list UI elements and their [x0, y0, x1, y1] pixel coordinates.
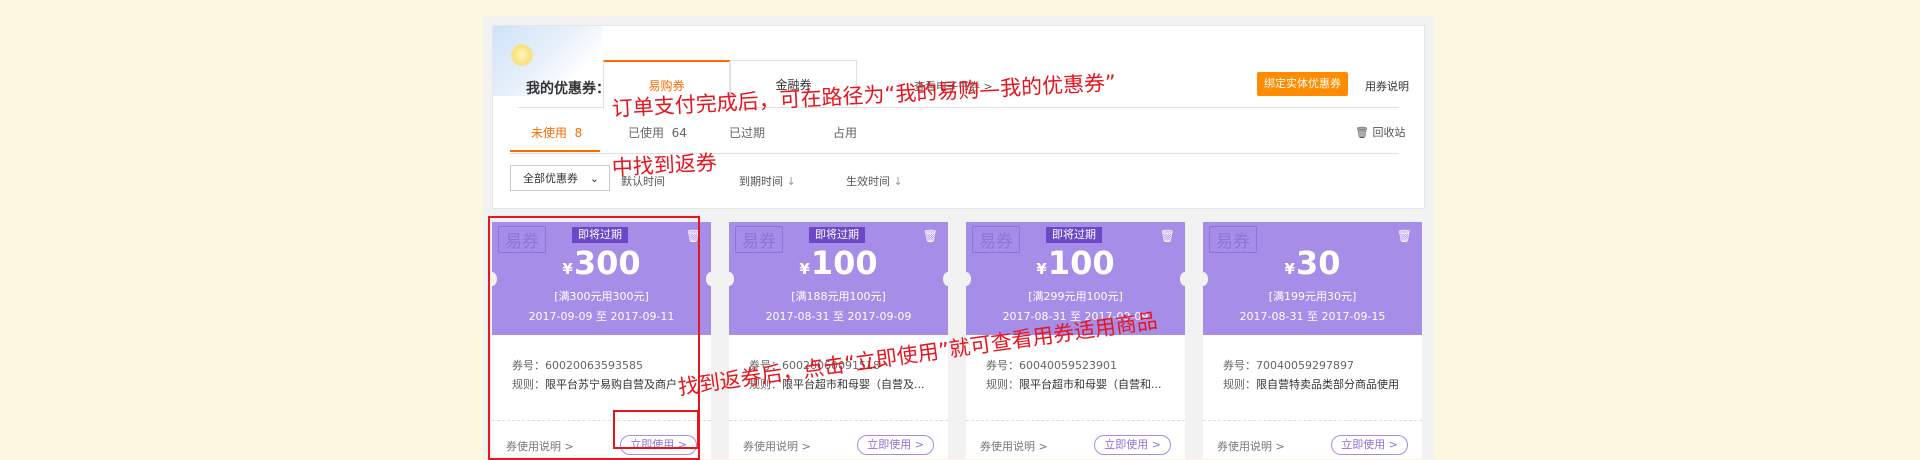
chevron-down-icon: ⌄ — [589, 172, 599, 185]
coupon-face: 易券 即将过期 🗑 ¥100 [满188元用100元] 2017-08-31 至… — [724, 222, 953, 335]
status-tab-expired[interactable]: 已过期 — [729, 124, 765, 141]
status-count: 64 — [671, 126, 687, 140]
sort-expire-time[interactable]: 到期时间 ↓ — [739, 173, 796, 189]
status-tab-occupied[interactable]: 占用 — [833, 124, 857, 141]
highlight-use-button — [613, 410, 699, 449]
delete-coupon-icon[interactable]: 🗑 — [1160, 229, 1175, 243]
coupon-desc-link[interactable]: 券使用说明 > — [980, 438, 1048, 454]
coupon-code: 券号：70040059297897 — [1223, 359, 1354, 372]
coupon-rule: 规则：限自营特卖品类部分商品使用 — [1223, 376, 1413, 392]
coupon-condition: [满188元用100元] — [791, 290, 886, 303]
left-notch — [724, 272, 734, 286]
rule-label: 规则： — [1223, 378, 1256, 391]
delete-coupon-icon[interactable]: 🗑 — [1397, 229, 1412, 243]
coupon-desc-link[interactable]: 券使用说明 > — [743, 438, 811, 454]
coupon-face: 易券 🗑 ¥30 [满199元用30元] 2017-08-31 至 2017-0… — [1198, 222, 1422, 335]
amount-value: 30 — [1295, 244, 1341, 282]
coupon-card: 易券 🗑 ¥30 [满199元用30元] 2017-08-31 至 2017-0… — [1198, 222, 1422, 459]
annotation-find-coupon: 中找到返券 — [611, 150, 718, 180]
status-tab-used[interactable]: 已使用 64 — [628, 124, 687, 141]
active-tab-underline — [510, 150, 600, 152]
sort-label: 生效时间 — [846, 175, 890, 188]
page-title: 我的优惠券： — [526, 81, 610, 97]
sun-icon — [511, 44, 533, 66]
card-divider — [1203, 420, 1422, 421]
status-label: 未使用 — [531, 126, 568, 140]
use-now-button[interactable]: 立即使用 > — [857, 435, 934, 455]
right-notch — [1180, 272, 1190, 286]
trash-icon: 🗑 — [1355, 126, 1369, 139]
yen-symbol: ¥ — [1284, 260, 1295, 278]
card-divider — [729, 420, 948, 421]
coupon-amount: ¥100 — [729, 244, 948, 282]
use-now-button[interactable]: 立即使用 > — [1094, 435, 1171, 455]
status-tab-unused[interactable]: 未使用 8 — [531, 124, 582, 141]
delete-coupon-icon[interactable]: 🗑 — [923, 229, 938, 243]
right-notch — [706, 272, 716, 286]
expiring-tag: 即将过期 — [1046, 227, 1102, 243]
expiring-tag: 即将过期 — [809, 227, 865, 243]
use-now-button[interactable]: 立即使用 > — [1331, 435, 1408, 455]
coupon-amount: ¥30 — [1203, 244, 1422, 282]
sort-effective-time[interactable]: 生效时间 ↓ — [846, 173, 903, 189]
recycle-label: 回收站 — [1372, 126, 1406, 139]
coupon-dates: 2017-08-31 至 2017-09-15 — [1239, 310, 1386, 323]
amount-value: 100 — [1047, 244, 1115, 282]
left-notch — [961, 272, 971, 286]
status-label: 已过期 — [729, 126, 766, 140]
coupon-condition: [满299元用100元] — [1028, 290, 1123, 303]
coupon-condition: [满199元用30元] — [1268, 290, 1357, 303]
right-notch — [943, 272, 953, 286]
coupon-type-select[interactable]: 全部优惠券 ⌄ — [510, 165, 610, 191]
left-notch — [1198, 272, 1208, 286]
status-count: 8 — [574, 126, 583, 140]
sort-label: 到期时间 — [739, 175, 783, 188]
coupon-dates: 2017-08-31 至 2017-09-09 — [765, 310, 912, 323]
sort-arrow-icon: ↓ — [893, 175, 903, 188]
yen-symbol: ¥ — [1036, 260, 1047, 278]
card-divider — [966, 420, 1185, 421]
yen-symbol: ¥ — [799, 260, 810, 278]
rule-text: 限自营特卖品类部分商品使用 — [1256, 378, 1399, 391]
amount-value: 100 — [810, 244, 878, 282]
coupon-rule: 规则：限平台超市和母婴（自营和... — [986, 376, 1176, 392]
recycle-bin-link[interactable]: 🗑 回收站 — [1355, 124, 1405, 140]
sort-arrow-icon: ↓ — [786, 175, 796, 188]
coupon-rules-link[interactable]: 用券说明 — [1365, 78, 1409, 94]
coupon-desc-link[interactable]: 券使用说明 > — [1217, 438, 1285, 454]
rule-text: 限平台超市和母婴（自营和... — [1019, 378, 1162, 391]
coupon-amount: ¥100 — [966, 244, 1185, 282]
rule-label: 规则： — [986, 378, 1019, 391]
status-label: 已使用 — [628, 126, 665, 140]
coupon-code: 券号：60040059523901 — [986, 359, 1117, 372]
select-value: 全部优惠券 — [523, 172, 578, 185]
bind-physical-coupon-button[interactable]: 绑定实体优惠券 — [1257, 72, 1348, 96]
status-label: 占用 — [833, 126, 858, 140]
